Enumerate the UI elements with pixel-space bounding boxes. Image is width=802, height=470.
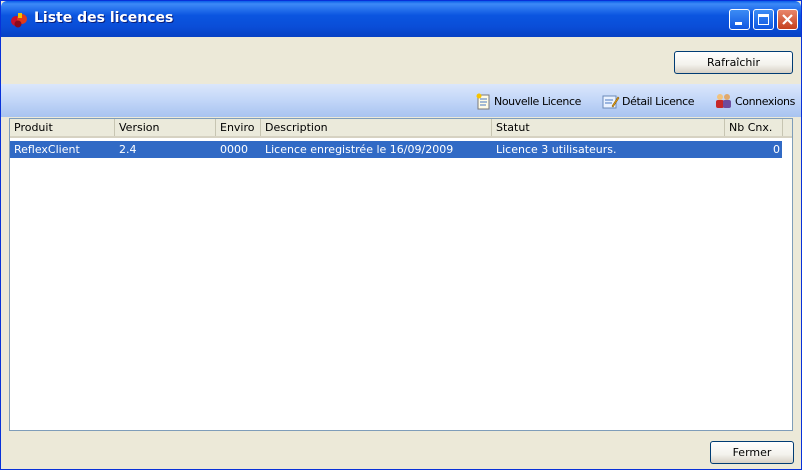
- cell-version: 2.4: [119, 143, 137, 156]
- column-header-version[interactable]: Version: [115, 119, 216, 136]
- maximize-icon: [758, 14, 769, 25]
- column-header-description[interactable]: Description: [261, 119, 492, 136]
- refresh-button[interactable]: Rafraîchir: [674, 51, 793, 74]
- app-icon: [11, 13, 27, 28]
- column-header-statut[interactable]: Statut: [492, 119, 725, 136]
- column-header-nb-cnx[interactable]: Nb Cnx.: [725, 119, 783, 136]
- cell-produit: ReflexClient: [14, 143, 80, 156]
- title-bar[interactable]: Liste des licences: [1, 1, 801, 37]
- window-title: Liste des licences: [34, 10, 174, 26]
- new-licence-label: Nouvelle Licence: [494, 94, 581, 108]
- licence-detail-button[interactable]: Détail Licence: [602, 92, 694, 110]
- maximize-button[interactable]: [753, 9, 774, 30]
- column-header-produit[interactable]: Produit: [10, 119, 115, 136]
- close-button[interactable]: Fermer: [710, 441, 794, 464]
- connections-button[interactable]: Connexions: [714, 92, 795, 110]
- new-document-icon: [476, 93, 490, 109]
- minimize-icon: [735, 22, 742, 25]
- cell-statut: Licence 3 utilisateurs.: [496, 143, 617, 156]
- toolbar: Nouvelle Licence Détail Licence Connexio…: [1, 84, 801, 117]
- list-header: Produit Version Enviro Description Statu…: [10, 119, 792, 138]
- close-window-button[interactable]: [777, 9, 798, 30]
- new-licence-button[interactable]: Nouvelle Licence: [476, 92, 581, 110]
- connections-label: Connexions: [735, 94, 795, 108]
- licence-list[interactable]: Produit Version Enviro Description Statu…: [9, 118, 793, 431]
- top-panel: Rafraîchir: [1, 37, 801, 84]
- table-row[interactable]: ReflexClient 2.4 0000 Licence enregistré…: [10, 141, 782, 158]
- cell-description: Licence enregistrée le 16/09/2009: [265, 143, 454, 156]
- cell-enviro: 0000: [220, 143, 248, 156]
- column-header-enviro[interactable]: Enviro: [216, 119, 261, 136]
- cell-nb-cnx: 0: [773, 143, 780, 156]
- licence-list-window: Liste des licences Rafraîchir Nouvelle L…: [0, 0, 802, 470]
- licence-detail-label: Détail Licence: [622, 94, 695, 108]
- close-icon: [782, 14, 793, 25]
- minimize-button[interactable]: [729, 9, 750, 30]
- edit-document-icon: [602, 95, 620, 108]
- users-icon: [716, 94, 731, 108]
